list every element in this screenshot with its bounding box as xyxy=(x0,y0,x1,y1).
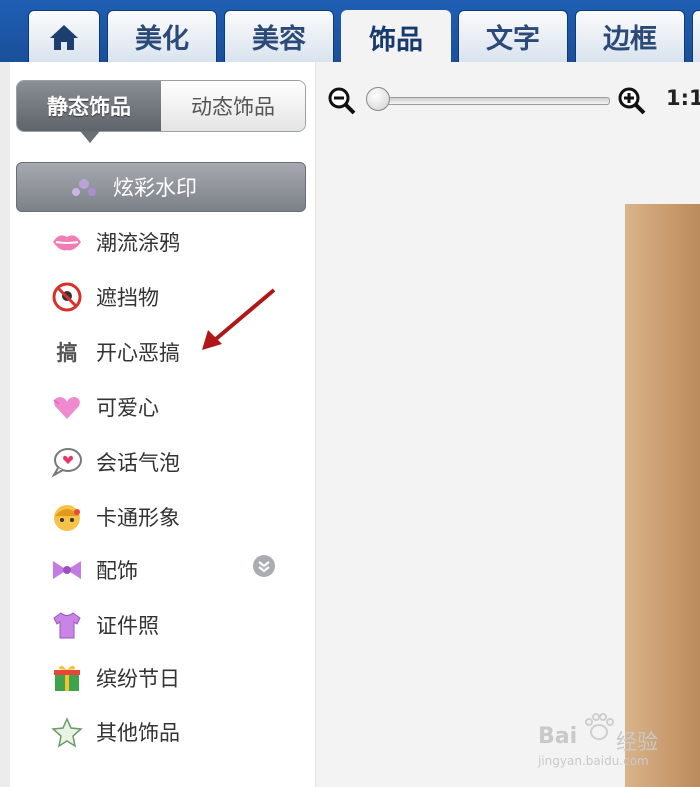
category-item-festival[interactable]: 缤纷节日 xyxy=(50,656,300,700)
paw-icon xyxy=(585,713,614,740)
category-item-cute-heart[interactable]: 可爱心 xyxy=(50,385,300,429)
category-item-id-photo[interactable]: 证件照 xyxy=(50,603,300,647)
expand-chevron-icon[interactable] xyxy=(252,554,276,578)
lips-icon xyxy=(53,235,81,251)
category-label: 缤纷节日 xyxy=(96,667,180,691)
dynamic-accessories-button[interactable]: 动态饰品 xyxy=(161,81,305,131)
annotation-arrow xyxy=(202,288,276,350)
prohibited-icon xyxy=(52,282,82,312)
tab-home[interactable] xyxy=(28,10,100,62)
zoom-ratio-label[interactable]: 1:1 xyxy=(666,86,700,110)
watermark-brand: Bai xyxy=(538,724,578,749)
static-accessories-button[interactable]: 静态饰品 xyxy=(17,81,161,131)
star-icon xyxy=(51,717,83,748)
text-glyph-icon: 搞 xyxy=(56,341,78,365)
zoom-slider[interactable] xyxy=(372,97,610,105)
gift-icon xyxy=(54,665,80,691)
zoom-slider-thumb[interactable] xyxy=(366,87,390,111)
static-dynamic-toggle: 静态饰品 动态饰品 xyxy=(16,80,306,132)
home-icon xyxy=(50,24,78,50)
category-label: 可爱心 xyxy=(96,396,159,420)
category-label: 会话气泡 xyxy=(96,451,180,475)
category-item-cartoon[interactable]: 卡通形象 xyxy=(50,495,300,539)
category-item-other[interactable]: 其他饰品 xyxy=(50,710,300,754)
panel-edge xyxy=(0,62,10,787)
category-label: 卡通形象 xyxy=(96,506,180,530)
category-item-graffiti[interactable]: 潮流涂鸦 xyxy=(50,220,300,264)
category-label: 潮流涂鸦 xyxy=(96,231,180,255)
tab-border[interactable]: 边框 xyxy=(575,10,685,62)
shirt-icon xyxy=(53,612,81,639)
watermark-url: jingyan.baidu.com xyxy=(538,754,649,768)
category-item-colorful-watermark[interactable]: 炫彩水印 xyxy=(16,162,306,212)
watermark-suffix: 经验 xyxy=(616,730,658,754)
category-label: 遮挡物 xyxy=(96,286,159,310)
sparkle-icon xyxy=(72,179,96,196)
category-label: 开心恶搞 xyxy=(96,341,180,365)
tab-beautify[interactable]: 美化 xyxy=(107,10,217,62)
category-label: 其他饰品 xyxy=(96,721,180,745)
baidu-watermark: Bai 经验 jingyan.baidu.com xyxy=(538,712,698,774)
category-item-speech-bubble[interactable]: 会话气泡 xyxy=(50,440,300,484)
heart-icon xyxy=(53,397,80,419)
category-label: 配饰 xyxy=(96,559,138,583)
zoom-in-icon[interactable] xyxy=(617,86,647,116)
category-label: 证件照 xyxy=(96,614,159,638)
tab-overflow[interactable] xyxy=(692,10,700,62)
tab-beauty[interactable]: 美容 xyxy=(224,10,334,62)
category-label: 炫彩水印 xyxy=(113,176,197,200)
zoom-out-icon[interactable] xyxy=(327,86,357,116)
bow-icon xyxy=(53,561,81,579)
toggle-pointer xyxy=(80,131,100,143)
canvas-photo[interactable] xyxy=(625,204,700,787)
speech-bubble-icon xyxy=(51,448,82,478)
tab-text[interactable]: 文字 xyxy=(458,10,568,62)
cartoon-face-icon xyxy=(54,505,80,531)
tab-accessories[interactable]: 饰品 xyxy=(341,10,451,64)
